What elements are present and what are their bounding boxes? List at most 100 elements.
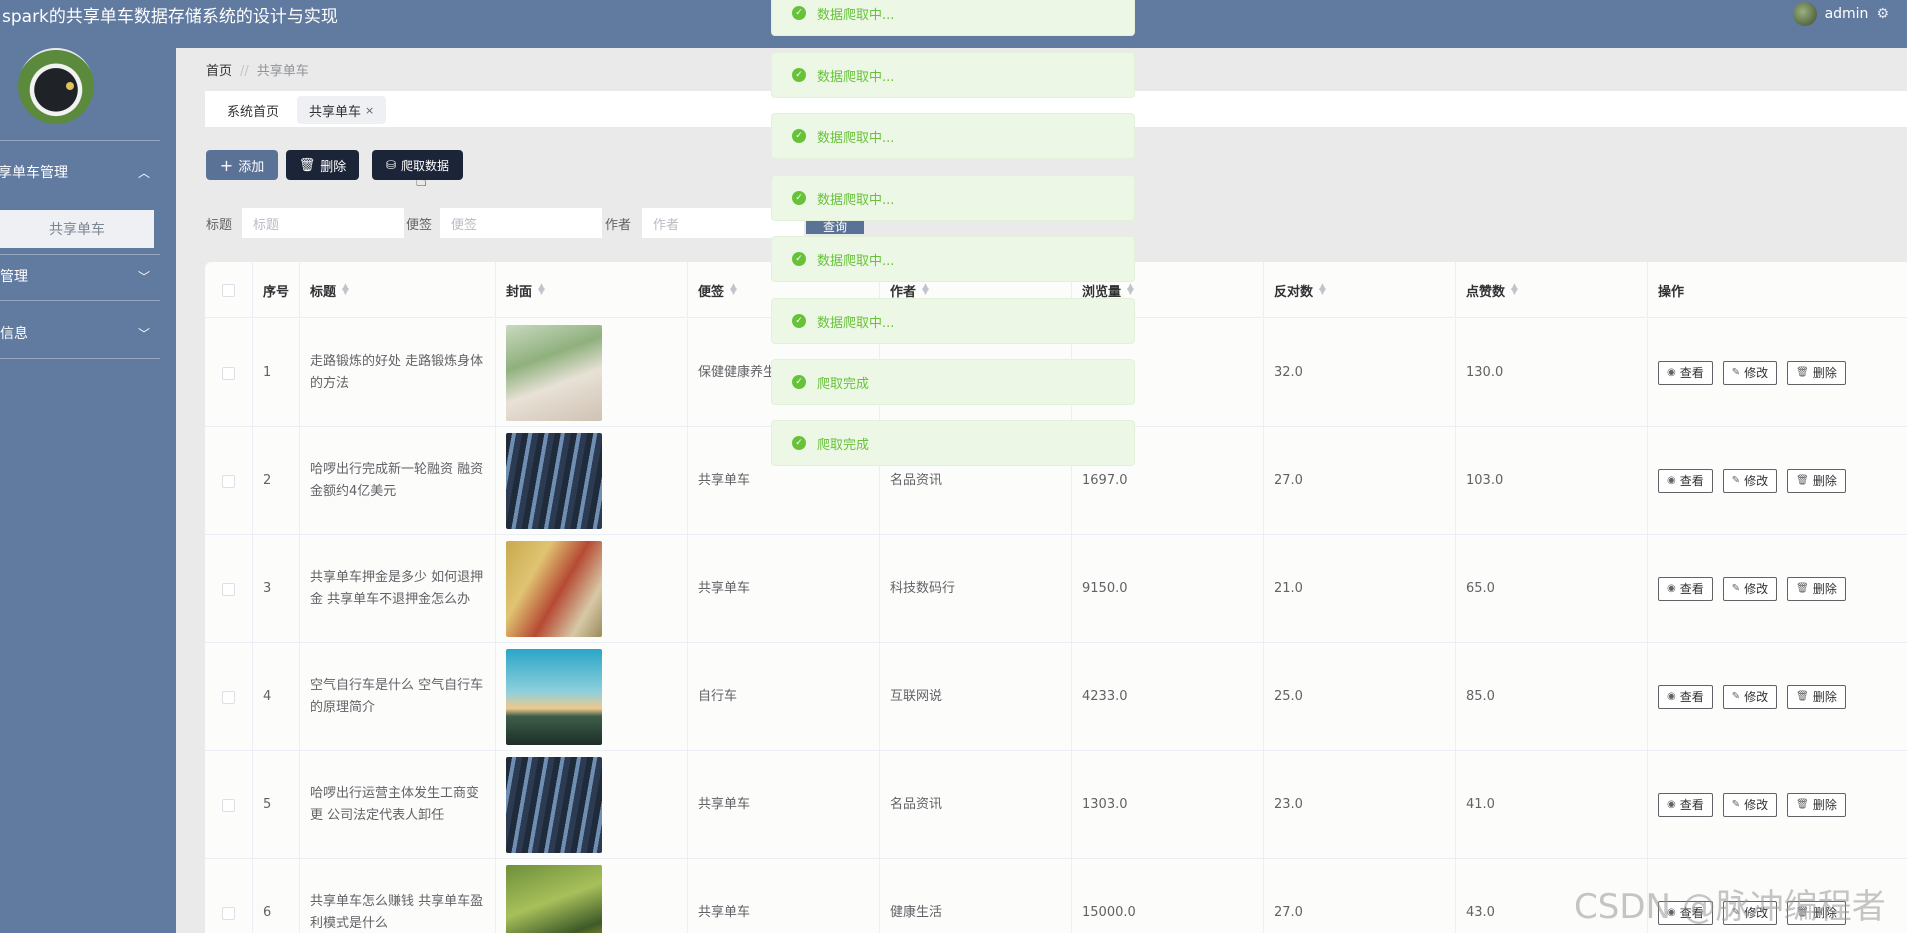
sidebar-subitem-bikes[interactable]: 共享单车 <box>0 210 154 248</box>
tab-bikes[interactable]: 共享单车 × <box>297 96 387 124</box>
row-checkbox[interactable] <box>222 366 235 380</box>
row-select-cell[interactable] <box>205 535 253 643</box>
tab-home[interactable]: 系统首页 <box>215 96 292 124</box>
delete-row-button[interactable]: 🗑 删除 <box>1787 469 1846 493</box>
trash-icon: 🗑 <box>1796 475 1809 486</box>
row-index: 5 <box>263 797 272 812</box>
delete-row-button[interactable]: 🗑 删除 <box>1787 793 1846 817</box>
close-icon[interactable]: × <box>365 104 374 117</box>
row-select-cell[interactable] <box>205 427 253 535</box>
view-label: 查看 <box>1679 582 1704 596</box>
view-button[interactable]: ◉ 查看 <box>1658 361 1713 385</box>
view-button[interactable]: ◉ 查看 <box>1658 577 1713 601</box>
pencil-icon: ✎ <box>1731 583 1741 594</box>
column-header-title[interactable]: 标题 ▲ ▼ <box>300 262 496 318</box>
sort-icon[interactable]: ▲ ▼ <box>1511 283 1518 297</box>
search-note-group: 便签 便签 <box>406 208 602 238</box>
row-checkbox[interactable] <box>222 582 235 596</box>
search-title-label: 标题 <box>206 217 233 233</box>
row-views: 4233.0 <box>1082 689 1128 704</box>
delete-button[interactable]: 🗑 删除 <box>286 150 359 180</box>
column-header-likes[interactable]: 点赞数 ▲ ▼ <box>1456 262 1648 318</box>
edit-button[interactable]: ✎ 修改 <box>1722 361 1778 385</box>
chevron-down-icon: ﹀ <box>137 326 150 341</box>
edit-button[interactable]: ✎ 修改 <box>1722 577 1778 601</box>
delete-row-button[interactable]: 🗑 删除 <box>1787 361 1846 385</box>
column-header-dislikes[interactable]: 反对数 ▲ ▼ <box>1264 262 1456 318</box>
row-likes: 85.0 <box>1466 689 1495 704</box>
sort-icon[interactable]: ▲ ▼ <box>730 283 737 297</box>
sort-icon[interactable]: ▲ ▼ <box>1127 283 1134 297</box>
sidebar-item-profile[interactable]: 个人信息 ﹀ <box>0 313 160 353</box>
search-title-input[interactable]: 标题 <box>242 208 404 238</box>
sort-icon[interactable]: ▲ ▼ <box>1319 283 1326 297</box>
success-toast: ✓ 数据爬取中... <box>771 52 1135 98</box>
row-checkbox[interactable] <box>222 690 235 704</box>
column-header-index: 序号 <box>253 262 300 318</box>
check-circle-icon: ✓ <box>792 68 806 82</box>
row-author: 科技数码行 <box>890 581 956 596</box>
cover-cell <box>496 319 688 427</box>
row-select-cell[interactable] <box>205 643 253 751</box>
row-select-cell[interactable] <box>205 319 253 427</box>
views-cell: 1303.0 <box>1072 751 1264 859</box>
dislikes-cell: 27.0 <box>1264 427 1456 535</box>
edit-button[interactable]: ✎ 修改 <box>1722 469 1778 493</box>
delete-label: 删除 <box>1812 366 1837 380</box>
trash-icon: 🗑 <box>1796 367 1809 378</box>
row-index: 2 <box>263 473 272 488</box>
sort-icon[interactable]: ▲ ▼ <box>342 283 349 297</box>
row-index: 6 <box>263 905 272 920</box>
search-note-input[interactable]: 便签 <box>440 208 602 238</box>
sort-icon[interactable]: ▲ ▼ <box>922 283 929 297</box>
check-circle-icon: ✓ <box>792 375 806 389</box>
view-label: 查看 <box>1679 690 1704 704</box>
delete-label: 删除 <box>1812 690 1837 704</box>
select-all-checkbox[interactable] <box>205 262 253 318</box>
likes-cell: 103.0 <box>1456 427 1648 535</box>
column-header-cover[interactable]: 封面 ▲ ▼ <box>496 262 688 318</box>
row-checkbox[interactable] <box>222 474 235 488</box>
row-note: 自行车 <box>698 689 738 704</box>
toast-message: 数据爬取中... <box>817 69 895 85</box>
delete-row-button[interactable]: 🗑 删除 <box>1787 577 1846 601</box>
breadcrumb-home[interactable]: 首页 <box>206 64 232 79</box>
breadcrumb-current: 共享单车 <box>256 64 309 79</box>
divider <box>0 254 160 255</box>
row-checkbox[interactable] <box>222 798 235 812</box>
sidebar-item-system-management[interactable]: 系统管理 ﹀ <box>0 256 160 296</box>
toast-message: 数据爬取中... <box>817 130 895 146</box>
success-toast: ✓ 数据爬取中... <box>771 236 1135 282</box>
watermark: CSDN @脉冲编程者 <box>1574 887 1886 927</box>
row-select-cell[interactable] <box>205 859 253 933</box>
user-menu[interactable]: admin ⚙ <box>1792 2 1889 26</box>
add-button[interactable]: + 添加 <box>206 150 278 180</box>
sidebar-item-bike-management[interactable]: 共享单车管理 ︿ <box>0 152 160 192</box>
sort-icon[interactable]: ▲ ▼ <box>538 283 545 297</box>
view-button[interactable]: ◉ 查看 <box>1658 685 1713 709</box>
trash-icon: 🗑 <box>298 157 316 173</box>
note-cell: 共享单车 <box>688 859 880 933</box>
view-button[interactable]: ◉ 查看 <box>1658 793 1713 817</box>
toast-message: 数据爬取中... <box>817 192 895 208</box>
settings-icon[interactable]: ⚙ <box>1876 6 1889 22</box>
success-toast: ✓ 爬取完成 <box>771 359 1135 405</box>
cover-cell <box>496 535 688 643</box>
view-button[interactable]: ◉ 查看 <box>1658 469 1713 493</box>
check-circle-icon: ✓ <box>792 6 806 20</box>
delete-row-button[interactable]: 🗑 删除 <box>1787 685 1846 709</box>
column-header-actions: 操作 <box>1658 284 1685 300</box>
header-label: 标题 <box>310 284 337 300</box>
row-note: 保健健康养生 <box>698 365 777 380</box>
row-likes: 130.0 <box>1466 365 1504 380</box>
row-note: 共享单车 <box>698 581 751 596</box>
edit-button[interactable]: ✎ 修改 <box>1722 685 1778 709</box>
edit-label: 修改 <box>1744 582 1769 596</box>
username[interactable]: admin <box>1825 6 1869 22</box>
row-select-cell[interactable] <box>205 751 253 859</box>
sidebar-item-label: 个人信息 <box>0 326 28 342</box>
edit-button[interactable]: ✎ 修改 <box>1722 793 1778 817</box>
title-cell: 哈啰出行运营主体发生工商变更 公司法定代表人卸任 <box>300 751 496 859</box>
user-avatar[interactable] <box>1792 2 1817 26</box>
row-checkbox[interactable] <box>222 906 235 920</box>
